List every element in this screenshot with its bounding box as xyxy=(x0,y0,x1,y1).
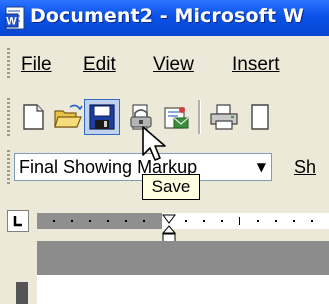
ruler-tick xyxy=(89,220,91,222)
toolbar-separator xyxy=(198,100,201,134)
ruler-tick xyxy=(143,220,145,222)
vertical-ruler-marker xyxy=(16,282,28,304)
new-document-button[interactable] xyxy=(18,101,50,133)
menu-edit-label: Edit xyxy=(83,54,116,75)
ruler-tick xyxy=(257,220,259,222)
ruler-tick xyxy=(53,220,55,222)
svg-text:W: W xyxy=(6,16,17,28)
title-bar[interactable]: W Document2 - Microsoft W xyxy=(0,0,329,36)
menu-view[interactable]: View xyxy=(153,54,194,76)
horizontal-ruler[interactable] xyxy=(37,213,329,229)
print-preview-button[interactable] xyxy=(246,101,278,133)
ruler-tick xyxy=(239,217,240,225)
menu-edit[interactable]: Edit xyxy=(83,54,116,76)
window-title: Document2 - Microsoft W xyxy=(30,5,304,27)
show-menu-label: Sh xyxy=(294,157,317,177)
menu-insert-label: Insert xyxy=(232,54,280,75)
menu-bar: File Edit View Insert xyxy=(0,36,329,90)
save-tooltip: Save xyxy=(142,174,200,200)
ruler-tick xyxy=(203,220,205,222)
print-button[interactable] xyxy=(208,101,240,133)
ruler-tick xyxy=(221,220,223,222)
standard-toolbar-grip[interactable] xyxy=(7,98,10,136)
open-folder-icon xyxy=(54,104,83,128)
save-icon xyxy=(89,104,115,130)
left-tab-icon xyxy=(13,216,22,227)
new-blank-document-icon xyxy=(23,104,44,130)
reviewing-toolbar-grip[interactable] xyxy=(7,150,10,184)
menubar-grip[interactable] xyxy=(7,48,10,80)
mouse-pointer-icon xyxy=(142,126,166,161)
print-preview-icon xyxy=(251,104,269,130)
word-icon: W xyxy=(5,6,25,30)
menu-insert[interactable]: Insert xyxy=(232,54,280,76)
menu-view-label: View xyxy=(153,54,194,75)
ruler-tick xyxy=(107,220,109,222)
ruler-tick xyxy=(293,220,295,222)
show-menu-button[interactable]: Sh xyxy=(294,157,316,178)
tab-selector-button[interactable] xyxy=(7,210,29,232)
menu-file[interactable]: File xyxy=(21,54,52,76)
ruler-tick xyxy=(71,220,73,222)
ruler-area xyxy=(0,203,329,304)
save-button[interactable] xyxy=(84,99,120,135)
chevron-down-icon[interactable]: ▼ xyxy=(257,160,266,174)
ruler-tick xyxy=(185,220,187,222)
document-page[interactable] xyxy=(37,275,329,304)
menu-file-label: File xyxy=(21,54,52,75)
ruler-tick xyxy=(275,220,277,222)
ruler-tick xyxy=(125,220,127,222)
open-button[interactable] xyxy=(52,101,84,133)
print-icon xyxy=(210,104,238,130)
page-top-margin xyxy=(37,241,329,275)
ruler-tick xyxy=(311,220,313,222)
